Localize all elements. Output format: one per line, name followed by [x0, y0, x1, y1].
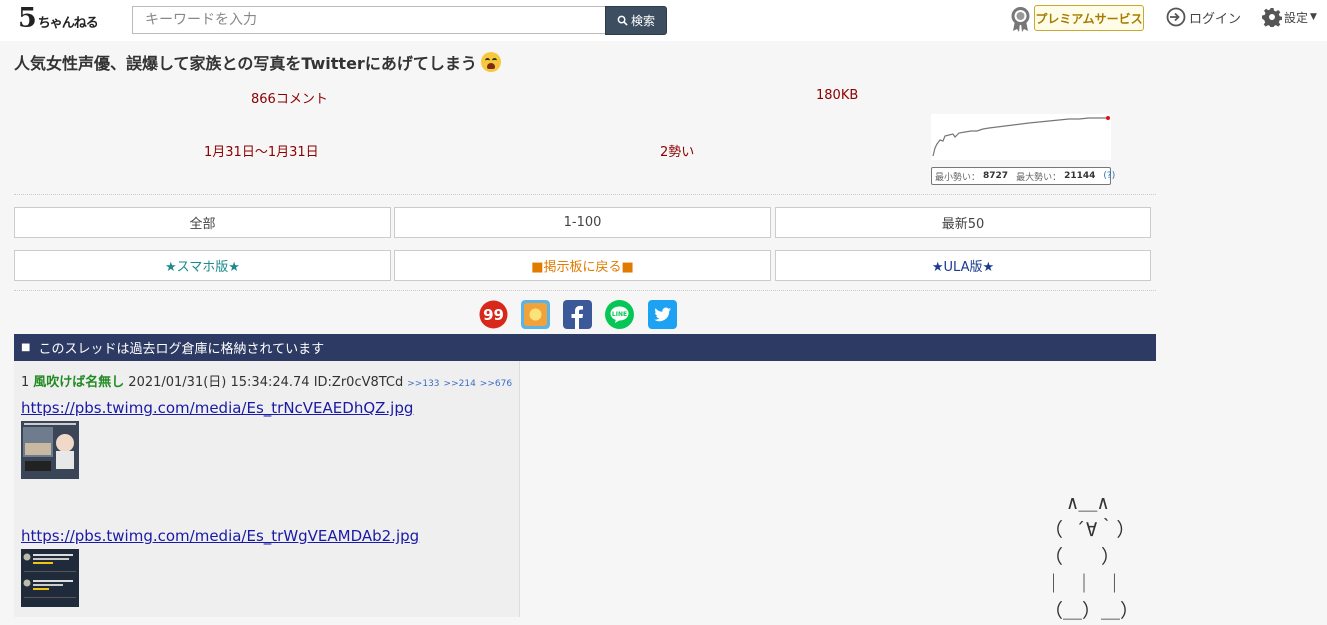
svg-text:LINE: LINE: [612, 311, 627, 318]
view-latest-50-button[interactable]: 最新50: [775, 207, 1151, 238]
view-1-100-button[interactable]: 1-100: [394, 207, 771, 238]
graph-max-value: 21144: [1064, 171, 1096, 181]
graph-min-label: 最小勢い：: [935, 172, 981, 183]
banner-text: このスレッドは過去ログ倉庫に格納されています: [38, 342, 325, 357]
logo-text: ちゃんねる: [37, 16, 99, 31]
back-to-board-button[interactable]: ■掲示板に戻る■: [394, 250, 771, 281]
premium-service-button[interactable]: プレミアムサービス: [1034, 5, 1144, 31]
post-author-name: 風吹けば名無し: [33, 375, 125, 390]
line-icon[interactable]: LINE: [605, 300, 634, 329]
post-reply-ref[interactable]: >>214: [444, 379, 476, 389]
divider: [14, 290, 1156, 291]
login-label: ログイン: [1189, 11, 1242, 27]
post-number[interactable]: 1: [21, 375, 29, 390]
post-reply-ref[interactable]: >>133: [407, 379, 439, 389]
banner-mark: ■: [21, 342, 31, 353]
2ch-99-icon[interactable]: 99: [479, 300, 508, 329]
thread-title-text: 人気女性声優、誤爆して家族との写真をTwitterにあげてしまう: [14, 54, 477, 73]
thread-size: 180KB: [816, 88, 859, 103]
search-button[interactable]: 検索: [605, 6, 667, 35]
momentum-graph: [931, 114, 1111, 160]
image-thumbnail[interactable]: [21, 549, 79, 607]
crowd-icon[interactable]: [521, 300, 550, 329]
search-button-label: 検索: [630, 14, 655, 28]
svg-text:99: 99: [483, 306, 504, 324]
gear-icon: [1262, 8, 1282, 27]
chevron-down-icon: ▼: [1310, 12, 1317, 22]
view-all-button[interactable]: 全部: [14, 207, 391, 238]
crying-face-icon: [480, 52, 501, 72]
divider: [14, 194, 1156, 195]
thread-title: 人気女性声優、誤爆して家族との写真をTwitterにあげてしまう: [14, 50, 501, 74]
smartphone-version-button[interactable]: ★スマホ版★: [14, 250, 391, 281]
graph-help-link[interactable]: (?): [1103, 171, 1115, 181]
search-input[interactable]: [132, 6, 606, 34]
login-button[interactable]: ログイン: [1166, 6, 1241, 28]
site-logo[interactable]: 5 ちゃんねる: [18, 3, 99, 34]
ula-version-button[interactable]: ★ULA版★: [775, 250, 1151, 281]
date-range: 1月31日〜1月31日: [204, 145, 319, 160]
facebook-icon[interactable]: [563, 300, 592, 329]
twitter-icon[interactable]: [648, 300, 677, 329]
search-icon: [617, 15, 628, 26]
graph-current-point: [1106, 116, 1110, 120]
archive-notice-banner: ■ このスレッドは過去ログ倉庫に格納されています: [14, 334, 1156, 361]
post-image-link[interactable]: https://pbs.twimg.com/media/Es_trNcVEAED…: [21, 399, 413, 417]
post-image-link[interactable]: https://pbs.twimg.com/media/Es_trWgVEAMD…: [21, 527, 419, 545]
settings-menu[interactable]: 設定 ▼: [1262, 6, 1317, 28]
graph-max-label: 最大勢い：: [1016, 172, 1062, 183]
ascii-art: ∧＿∧ （ ´∀｀） （ ） ｜ ｜ ｜ （＿）＿）: [1044, 492, 1140, 622]
medal-icon: [1011, 7, 1030, 32]
login-icon: [1166, 7, 1186, 27]
logo-five: 5: [18, 3, 37, 34]
header-bar: 5 ちゃんねる 検索 プレミアムサービス ログイン 設定 ▼: [0, 0, 1327, 41]
momentum: 2勢い: [660, 145, 695, 160]
settings-label: 設定: [1284, 10, 1309, 25]
post-date-id: 2021/01/31(日) 15:34:24.74 ID:Zr0cV8TCd: [128, 375, 404, 390]
post-reply-ref[interactable]: >>676: [480, 379, 512, 389]
post-header: 1 風吹けば名無し 2021/01/31(日) 15:34:24.74 ID:Z…: [21, 371, 512, 390]
graph-min-value: 8727: [983, 171, 1009, 181]
graph-legend: 最小勢い： 8727 最大勢い： 21144 (?): [931, 167, 1115, 185]
image-thumbnail[interactable]: [21, 421, 79, 479]
post-1: 1 風吹けば名無し 2021/01/31(日) 15:34:24.74 ID:Z…: [14, 361, 520, 617]
comment-count: 866コメント: [251, 92, 328, 107]
